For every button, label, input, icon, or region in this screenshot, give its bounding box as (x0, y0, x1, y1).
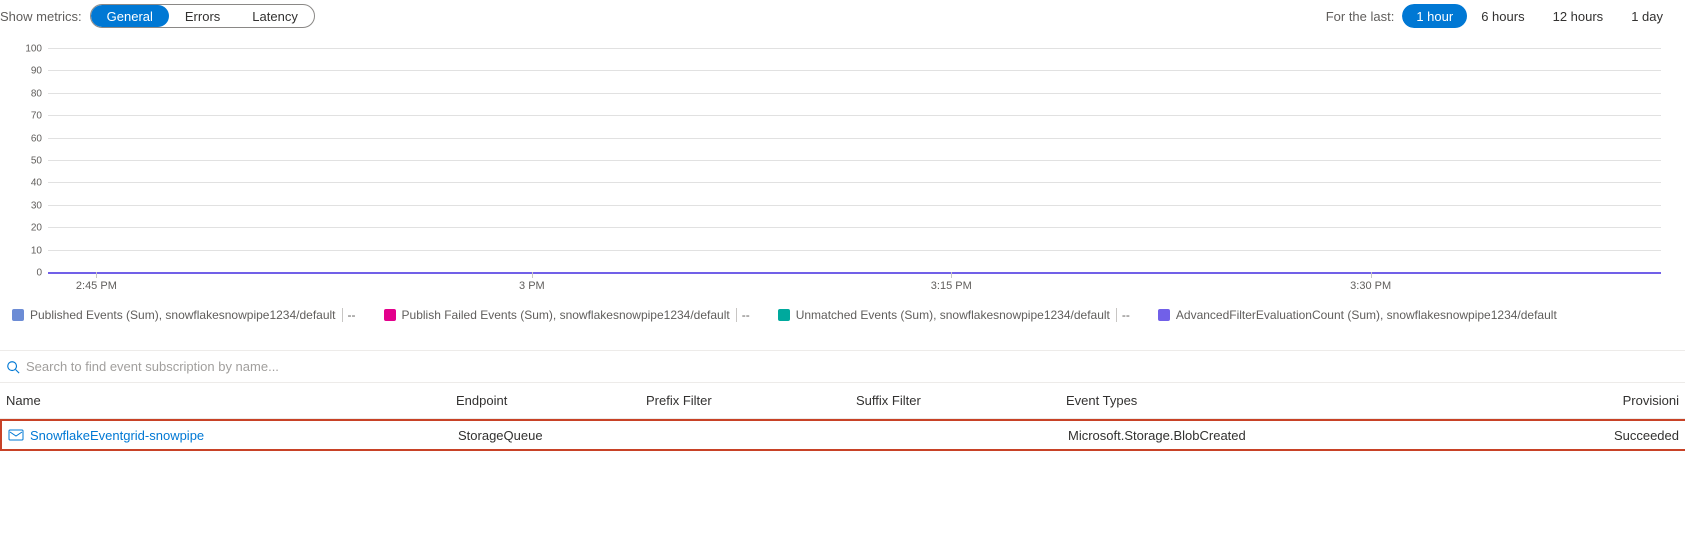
y-tick-label: 80 (31, 88, 48, 99)
x-tick-label: 3:30 PM (1350, 280, 1391, 292)
legend-swatch (384, 309, 396, 321)
time-option-6hours[interactable]: 6 hours (1467, 4, 1538, 28)
y-tick-label: 50 (31, 156, 48, 167)
metrics-group: Show metrics: General Errors Latency (0, 4, 315, 28)
search-input[interactable] (26, 359, 1679, 374)
chart-legend: Published Events (Sum), snowflakesnowpip… (0, 300, 1685, 334)
column-header-provisioning[interactable]: Provisioni (1496, 393, 1679, 408)
column-header-prefix[interactable]: Prefix Filter (646, 393, 856, 408)
table-header: Name Endpoint Prefix Filter Suffix Filte… (0, 382, 1685, 419)
legend-value: -- (736, 308, 750, 322)
y-tick-label: 20 (31, 223, 48, 234)
time-pill-group: 1 hour 6 hours 12 hours 1 day (1402, 4, 1677, 28)
cell-provisioning: Succeeded (1498, 428, 1679, 443)
column-header-endpoint[interactable]: Endpoint (456, 393, 646, 408)
y-tick-label: 90 (31, 66, 48, 77)
cell-endpoint: StorageQueue (458, 428, 648, 443)
column-header-name[interactable]: Name (6, 393, 456, 408)
time-option-12hours[interactable]: 12 hours (1539, 4, 1618, 28)
column-header-eventtypes[interactable]: Event Types (1066, 393, 1496, 408)
chart-x-axis: 2:45 PM 3 PM 3:15 PM 3:30 PM (48, 272, 1661, 300)
y-tick-label: 60 (31, 133, 48, 144)
y-tick-label: 30 (31, 200, 48, 211)
metrics-label: Show metrics: (0, 9, 82, 24)
subscriptions-table: Name Endpoint Prefix Filter Suffix Filte… (0, 382, 1685, 451)
legend-item[interactable]: Publish Failed Events (Sum), snowflakesn… (384, 308, 750, 322)
search-row (0, 350, 1685, 382)
legend-value: -- (342, 308, 356, 322)
table-row[interactable]: SnowflakeEventgrid-snowpipe StorageQueue… (0, 419, 1685, 451)
metrics-option-latency[interactable]: Latency (236, 5, 314, 27)
legend-label: AdvancedFilterEvaluationCount (Sum), sno… (1176, 308, 1557, 322)
time-range-group: For the last: 1 hour 6 hours 12 hours 1 … (1326, 4, 1677, 28)
cell-eventtypes: Microsoft.Storage.BlobCreated (1068, 428, 1498, 443)
legend-swatch (778, 309, 790, 321)
time-option-1hour[interactable]: 1 hour (1402, 4, 1467, 28)
y-tick-label: 0 (36, 268, 48, 279)
search-icon (6, 360, 20, 374)
metrics-pill-group: General Errors Latency (90, 4, 315, 28)
x-tick-label: 3:15 PM (931, 280, 972, 292)
time-option-1day[interactable]: 1 day (1617, 4, 1677, 28)
legend-item[interactable]: AdvancedFilterEvaluationCount (Sum), sno… (1158, 308, 1557, 322)
metrics-chart: 100 90 80 70 60 50 40 30 20 10 0 2:45 PM… (0, 32, 1685, 300)
legend-label: Publish Failed Events (Sum), snowflakesn… (402, 308, 730, 322)
y-tick-label: 40 (31, 178, 48, 189)
y-tick-label: 10 (31, 245, 48, 256)
x-tick-label: 2:45 PM (76, 280, 117, 292)
chart-grid: 100 90 80 70 60 50 40 30 20 10 0 (48, 48, 1661, 272)
legend-item[interactable]: Unmatched Events (Sum), snowflakesnowpip… (778, 308, 1130, 322)
filter-toolbar: Show metrics: General Errors Latency For… (0, 0, 1685, 32)
legend-swatch (12, 309, 24, 321)
metrics-option-general[interactable]: General (91, 5, 169, 27)
legend-swatch (1158, 309, 1170, 321)
event-subscription-icon (8, 427, 24, 443)
legend-item[interactable]: Published Events (Sum), snowflakesnowpip… (12, 308, 356, 322)
legend-label: Unmatched Events (Sum), snowflakesnowpip… (796, 308, 1110, 322)
cell-name: SnowflakeEventgrid-snowpipe (8, 427, 458, 443)
legend-label: Published Events (Sum), snowflakesnowpip… (30, 308, 336, 322)
x-tick-label: 3 PM (519, 280, 545, 292)
legend-value: -- (1116, 308, 1130, 322)
y-tick-label: 70 (31, 111, 48, 122)
y-tick-label: 100 (25, 44, 48, 55)
column-header-suffix[interactable]: Suffix Filter (856, 393, 1066, 408)
metrics-option-errors[interactable]: Errors (169, 5, 236, 27)
time-range-label: For the last: (1326, 9, 1395, 24)
subscription-link[interactable]: SnowflakeEventgrid-snowpipe (30, 428, 204, 443)
